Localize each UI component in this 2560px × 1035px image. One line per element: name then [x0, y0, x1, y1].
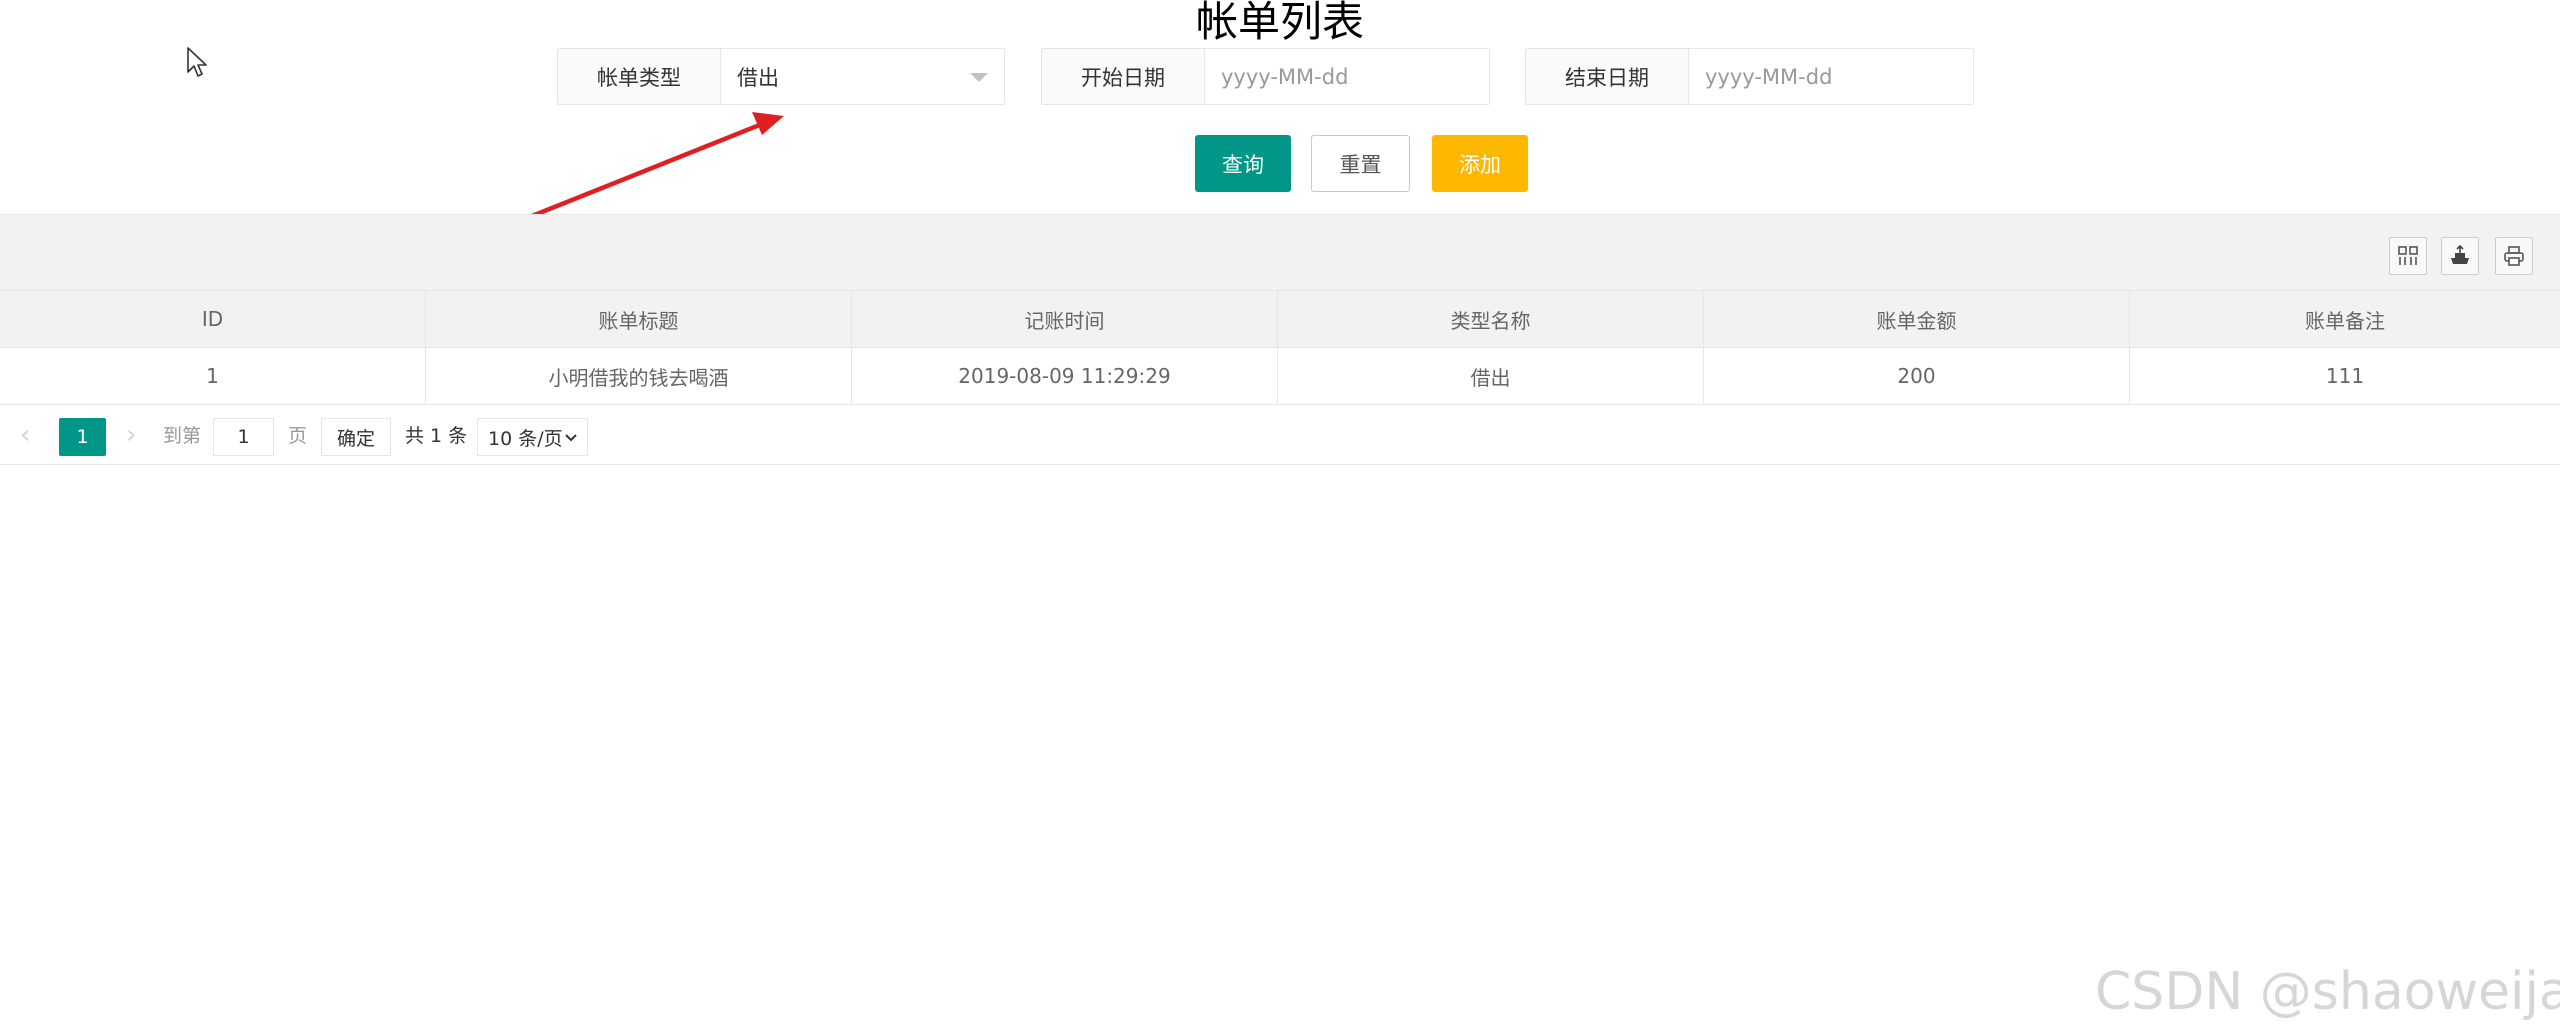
- table-row[interactable]: 1 小明借我的钱去喝酒 2019-08-09 11:29:29 借出 200 1…: [0, 348, 2560, 405]
- bill-type-select[interactable]: 借出: [721, 49, 1004, 104]
- end-date-filter: 结束日期 yyyy-MM-dd: [1525, 48, 1974, 105]
- cell-time: 2019-08-09 11:29:29: [852, 348, 1278, 404]
- column-header-note[interactable]: 账单备注: [2130, 291, 2560, 347]
- export-button[interactable]: [2441, 237, 2479, 275]
- goto-label: 到第: [163, 425, 202, 447]
- current-page-button[interactable]: 1: [59, 418, 106, 456]
- goto-confirm-button[interactable]: 确定: [321, 418, 391, 456]
- watermark: CSDN @shaoweijava: [2095, 962, 2560, 1022]
- mouse-cursor-icon: [187, 47, 207, 77]
- cell-note: 111: [2325, 364, 2365, 388]
- column-header-type-name[interactable]: 类型名称: [1278, 291, 1704, 347]
- cell-title: 小明借我的钱去喝酒: [426, 348, 852, 404]
- chevron-down-icon: [565, 434, 577, 442]
- cell-amount: 200: [1704, 348, 2130, 404]
- goto-page-input[interactable]: [213, 418, 274, 456]
- column-header-amount[interactable]: 账单金额: [1704, 291, 2130, 347]
- end-date-input[interactable]: yyyy-MM-dd: [1689, 49, 1973, 104]
- page-label: 页: [288, 425, 308, 447]
- columns-filter-icon: [2398, 246, 2418, 265]
- pagination: ‹ 1 › 到第 页 确定 共 1 条 10 条/页: [0, 405, 2560, 464]
- print-icon: [2504, 246, 2524, 266]
- column-header-time[interactable]: 记账时间: [852, 291, 1278, 347]
- next-page-icon[interactable]: ›: [126, 405, 136, 464]
- dropdown-arrow-icon: [970, 73, 988, 82]
- page-size-value: 10 条/页: [488, 427, 563, 450]
- query-button[interactable]: 查询: [1195, 135, 1291, 192]
- page-title: 帐单列表: [1195, 0, 1364, 46]
- add-button[interactable]: 添加: [1432, 135, 1528, 192]
- start-date-input[interactable]: yyyy-MM-dd: [1205, 49, 1489, 104]
- cell-type-name: 借出: [1278, 348, 1704, 404]
- print-button[interactable]: [2495, 237, 2533, 275]
- page-size-select[interactable]: 10 条/页: [477, 418, 588, 456]
- prev-page-icon[interactable]: ‹: [20, 405, 30, 464]
- export-icon: [2451, 245, 2469, 264]
- column-header-title[interactable]: 账单标题: [426, 291, 852, 347]
- table-toolbar: [0, 215, 2560, 291]
- bill-type-filter: 帐单类型 借出: [557, 48, 1005, 105]
- reset-button[interactable]: 重置: [1311, 135, 1410, 192]
- start-date-label: 开始日期: [1042, 49, 1205, 104]
- column-header-id[interactable]: ID: [0, 291, 426, 347]
- start-date-filter: 开始日期 yyyy-MM-dd: [1041, 48, 1490, 105]
- columns-filter-button[interactable]: [2389, 237, 2427, 275]
- bill-table: ID 账单标题 记账时间 类型名称 账单金额 账单备注 1 小明借我的钱去喝酒 …: [0, 214, 2560, 465]
- end-date-label: 结束日期: [1526, 49, 1689, 104]
- bill-type-selected-value: 借出: [737, 65, 779, 90]
- table-header-row: ID 账单标题 记账时间 类型名称 账单金额 账单备注: [0, 291, 2560, 348]
- total-count: 共 1 条: [405, 425, 468, 447]
- bill-type-label: 帐单类型: [558, 49, 721, 104]
- cell-id: 1: [0, 348, 426, 404]
